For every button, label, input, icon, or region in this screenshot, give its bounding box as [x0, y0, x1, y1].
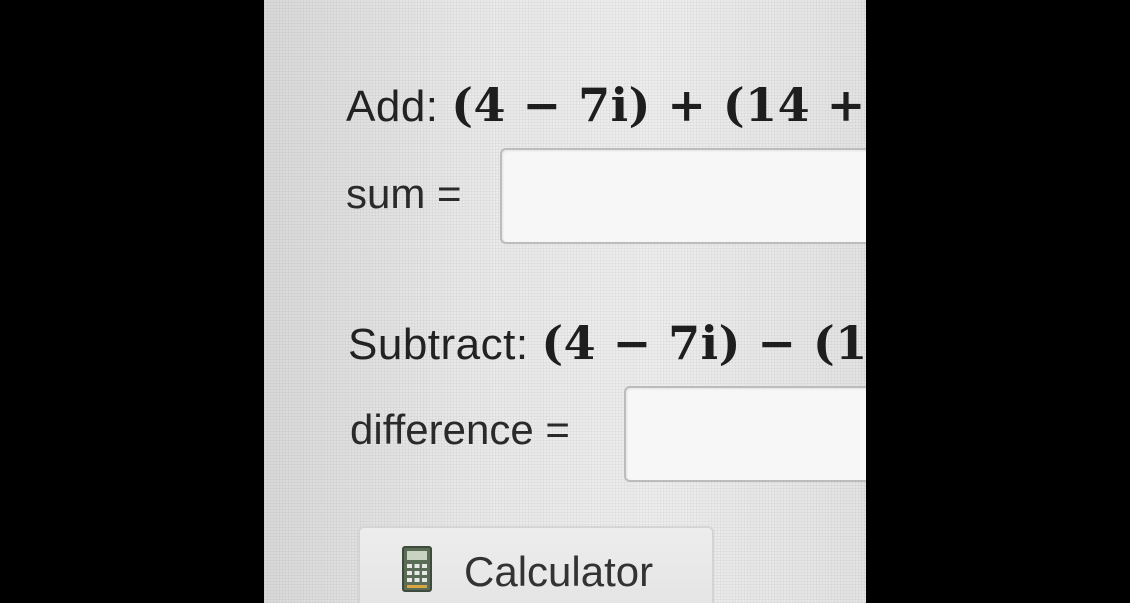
calculator-button[interactable]: Calculator	[358, 526, 714, 603]
sum-label: sum =	[346, 170, 462, 217]
subtract-prefix: Subtract:	[348, 320, 529, 369]
screen-photo: Add: (4 − 7i) + (14 + sum = Subtract: (4…	[264, 0, 866, 603]
photo-frame: Add: (4 − 7i) + (14 + sum = Subtract: (4…	[0, 0, 1130, 603]
difference-input[interactable]	[624, 386, 866, 482]
add-question: Add: (4 − 7i) + (14 +	[346, 78, 866, 132]
subtract-expression: (4 − 7i) − (1	[541, 316, 866, 370]
calculator-label: Calculator	[464, 548, 654, 595]
subtract-question: Subtract: (4 − 7i) − (1	[348, 316, 866, 370]
calculator-icon	[402, 546, 432, 592]
difference-label: difference =	[350, 406, 570, 453]
sum-input[interactable]	[500, 148, 866, 244]
add-expression: (4 − 7i) + (14 +	[451, 78, 866, 132]
add-prefix: Add:	[346, 82, 439, 131]
